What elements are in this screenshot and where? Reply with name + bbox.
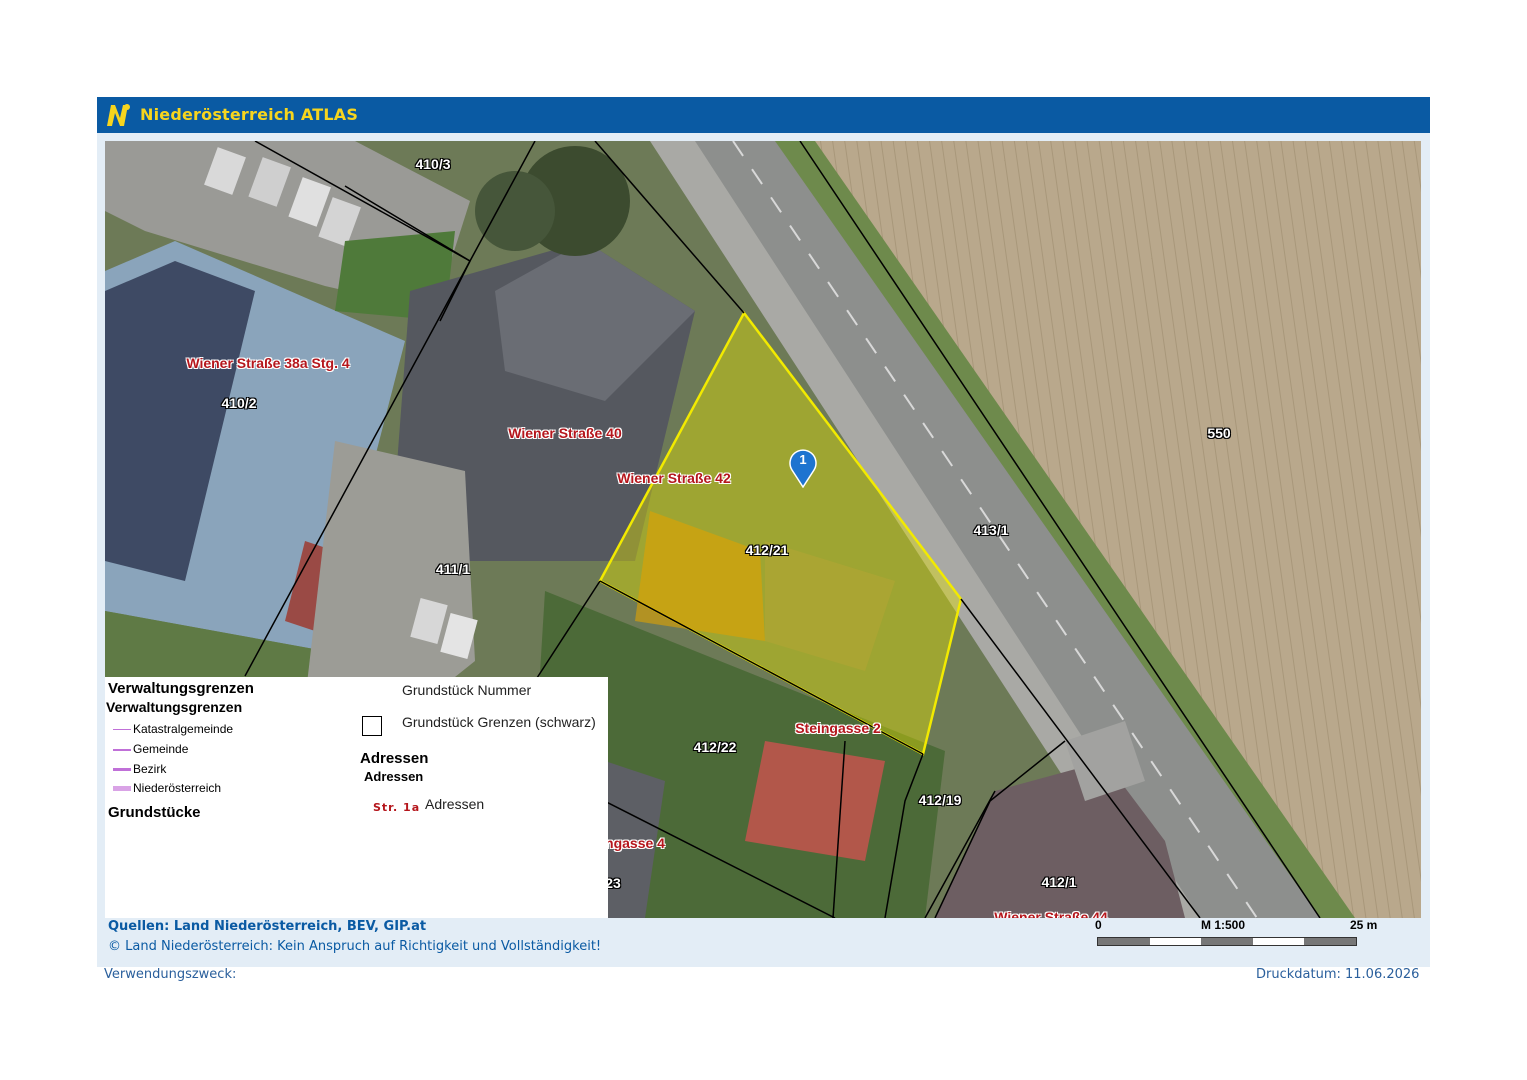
address-label: Steingasse 2 [795, 720, 881, 736]
scale-ratio: M 1:500 [1201, 918, 1246, 932]
legend-item-niederoesterreich: Niederösterreich [113, 781, 221, 795]
legend-subtitle: Verwaltungsgrenzen [106, 699, 243, 715]
location-marker[interactable]: 1 [788, 448, 818, 488]
parcel-label: 412/21 [745, 542, 789, 558]
legend-address-sample: Str. 1a [373, 801, 421, 814]
parcel-label: 410/3 [415, 156, 451, 172]
legend-grundstueck-grenzen: Grundstück Grenzen (schwarz) [402, 714, 596, 730]
legend-adressen-label: Adressen [425, 796, 485, 812]
address-label: Wiener Straße 38a Stg. 4 [186, 355, 350, 371]
atlas-print-frame: Niederösterreich ATLAS 410/3 410/2 411/1… [97, 97, 1430, 967]
address-label: ngasse 4 [605, 835, 665, 851]
copyright-text: © Land Niederösterreich: Kein Anspruch a… [108, 939, 602, 954]
address-label: Wiener Straße 40 [508, 425, 622, 441]
parcel-label: 412/22 [693, 739, 737, 755]
legend-grundstuecke: Grundstücke [108, 804, 201, 821]
legend-adressen-subtitle: Adressen [364, 769, 424, 784]
address-label: Wiener Straße 44 [994, 909, 1108, 918]
map-view[interactable]: 410/3 410/2 411/1 412/21 412/22 412/19 4… [105, 141, 1421, 918]
purpose-label: Verwendungszweck: [104, 967, 237, 982]
parcel-label: 410/2 [221, 395, 257, 411]
app-title: Niederösterreich ATLAS [140, 105, 359, 124]
building-steingasse-2 [745, 741, 885, 861]
parcel-label: 411/1 [435, 561, 471, 577]
scale-start: 0 [1095, 918, 1102, 932]
header-bar: Niederösterreich ATLAS [97, 97, 1430, 133]
legend-item-katastralgemeinde: Katastralgemeinde [113, 722, 233, 736]
legend-item-gemeinde: Gemeinde [113, 742, 188, 756]
legend-grundstueck-nummer: Grundstück Nummer [402, 682, 532, 698]
parcel-boundary-swatch [362, 716, 382, 736]
parcel-label: 412/1 [1041, 874, 1077, 890]
legend-title: Verwaltungsgrenzen [108, 680, 254, 697]
parcel-label: 413/1 [973, 522, 1009, 538]
marker-number: 1 [799, 452, 807, 467]
map-legend: Verwaltungsgrenzen Verwaltungsgrenzen Ka… [105, 677, 608, 918]
parcel-label: 412/19 [918, 792, 962, 808]
address-label: Wiener Straße 42 [617, 470, 731, 486]
legend-adressen-title: Adressen [360, 750, 429, 767]
scale-bar [1097, 937, 1357, 946]
print-date: Druckdatum: 11.06.2026 [1256, 967, 1420, 982]
noe-logo-icon [107, 104, 130, 126]
parcel-label: 550 [1207, 425, 1231, 441]
scale-end: 25 m [1350, 918, 1378, 932]
legend-item-bezirk: Bezirk [113, 762, 166, 776]
sources-text: Quellen: Land Niederösterreich, BEV, GIP… [108, 919, 427, 934]
